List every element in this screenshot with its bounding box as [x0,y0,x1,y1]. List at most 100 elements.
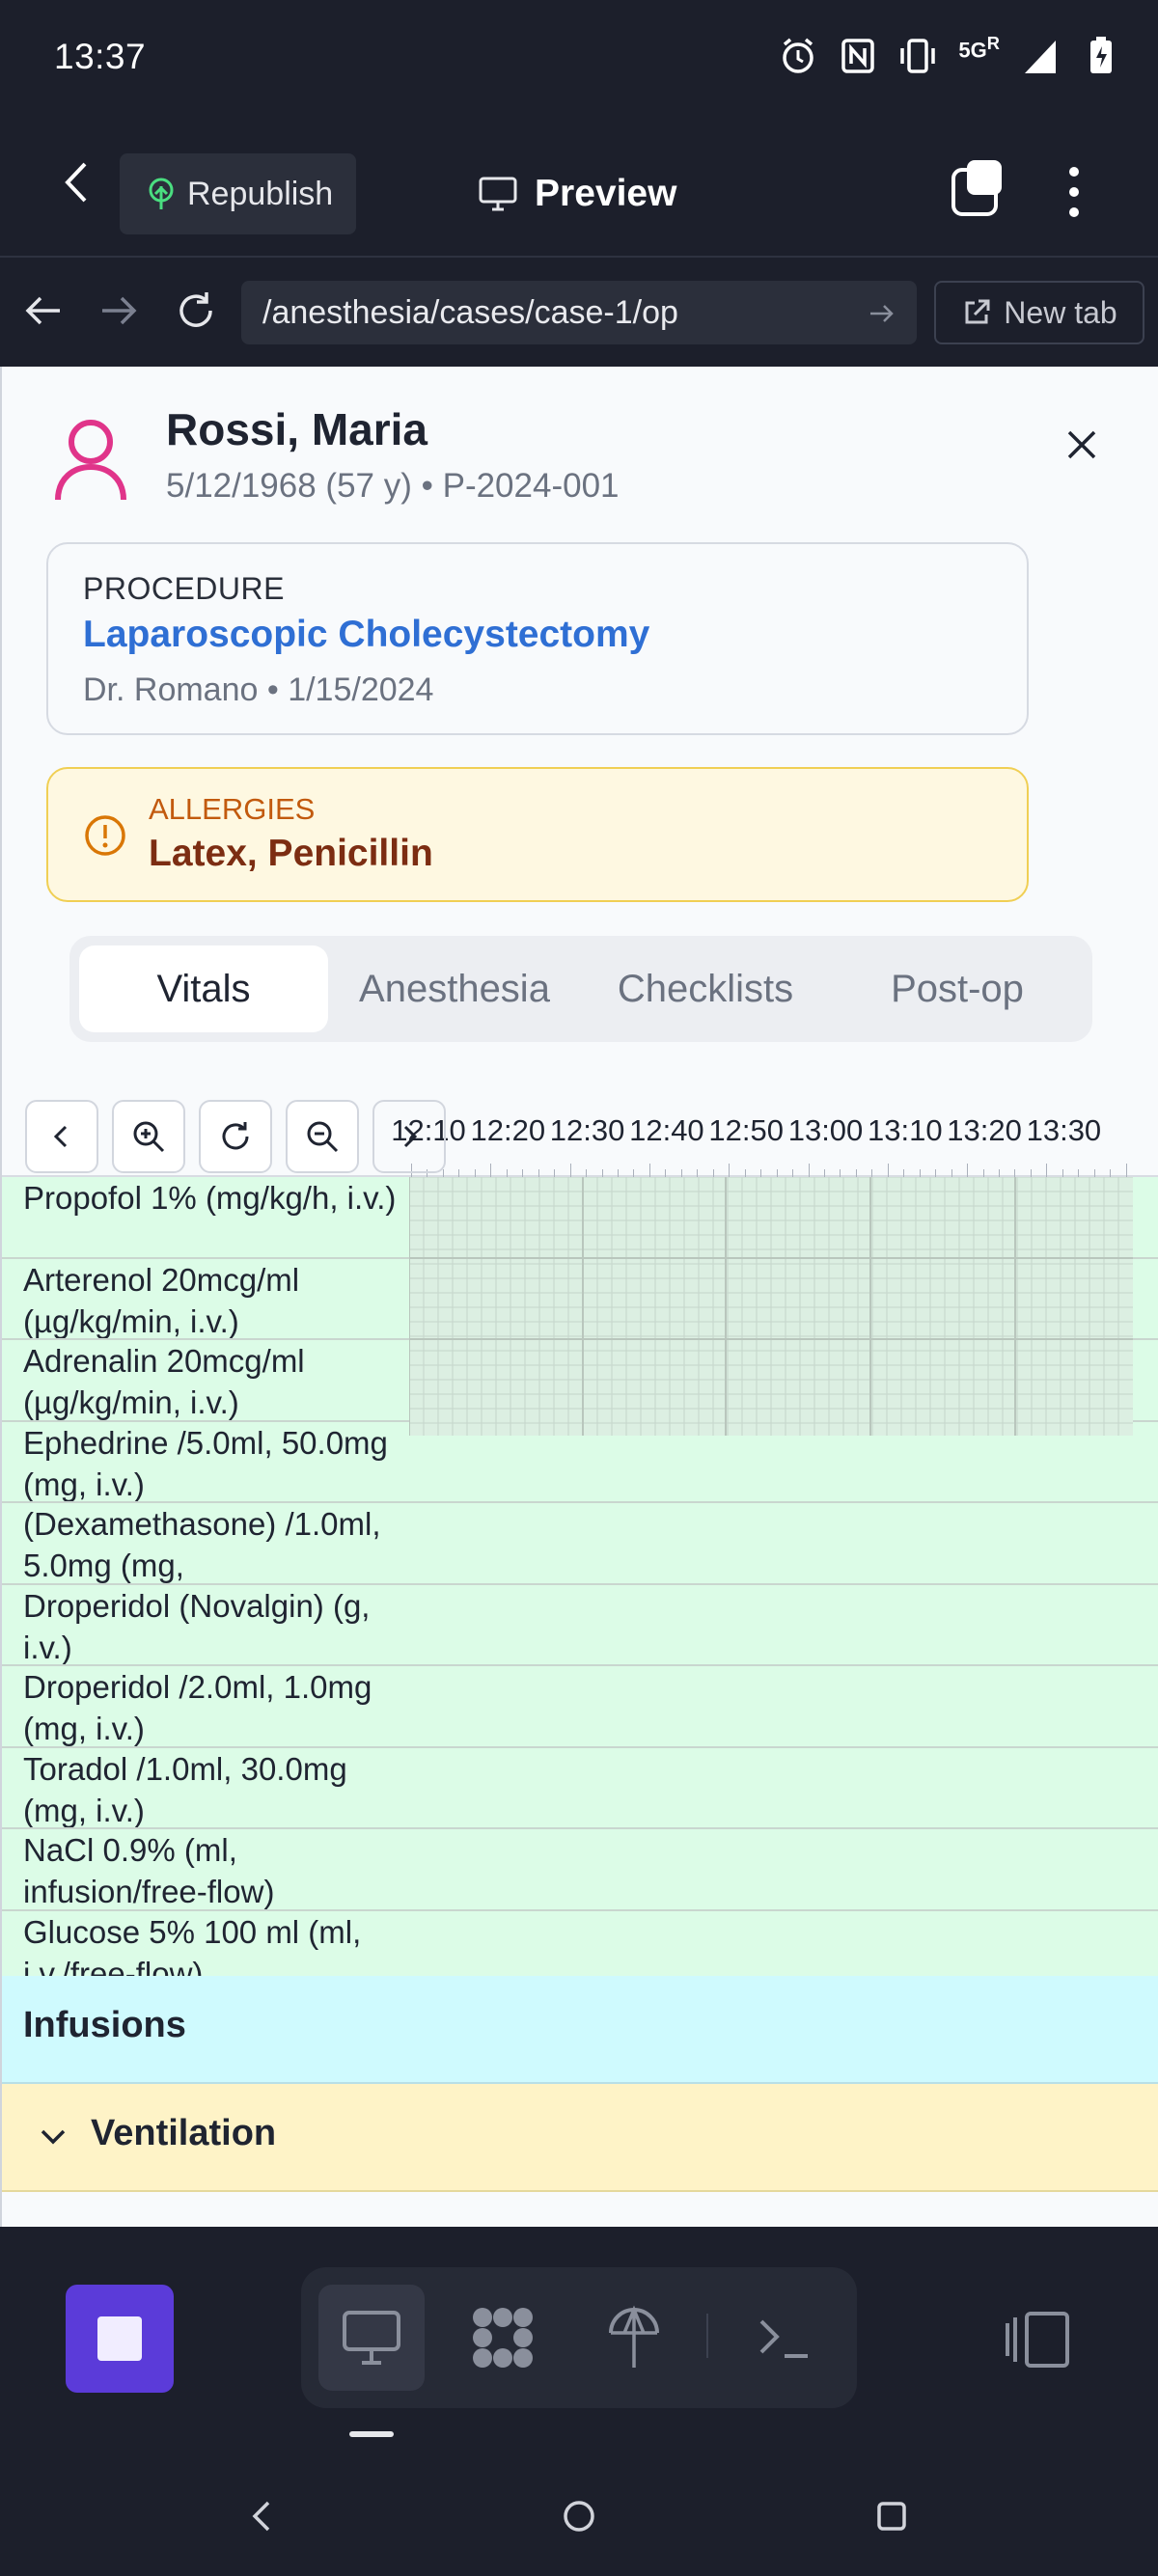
chevron-left-icon [53,1125,68,1148]
time-tick [1014,1169,1016,1177]
tab-vitals[interactable]: Vitals [79,945,328,1032]
dock-separator [706,2314,708,2358]
procedure-label: PROCEDURE [83,571,285,606]
desktop-view-button[interactable] [318,2285,425,2391]
time-tick-label: 12:20 [470,1113,546,1147]
medication-row[interactable]: NaCl 0.9% (ml, infusion/free-flow) [2,1829,1158,1911]
anesthesia-chart: Propofol 1% (mg/kg/h, i.v.) Arterenol 20m… [2,1088,1158,2227]
zoom-out-button[interactable] [286,1100,359,1173]
signal-icon [1025,41,1056,73]
time-tick [1062,1169,1063,1177]
time-tick [538,1169,539,1177]
new-tab-button[interactable]: New tab [934,281,1144,344]
reset-zoom-button[interactable] [199,1100,272,1173]
scroll-left-button[interactable] [25,1100,98,1173]
section-infusions-label: Infusions [23,2005,186,2045]
time-tick [522,1169,524,1177]
monitor-icon [479,177,517,211]
time-tick [729,1164,731,1177]
medication-label: Propofol 1% (mg/kg/h, i.v.) [23,1177,409,1257]
time-tick [1046,1164,1048,1177]
system-home-icon[interactable] [560,2497,598,2535]
more-options-icon[interactable] [1060,158,1089,226]
scroll-right-button[interactable] [372,1100,446,1173]
stop-button[interactable] [66,2285,174,2393]
browser-bar: /anesthesia/cases/case-1/op New tab [0,256,1158,367]
time-tick-label: 13:20 [947,1113,1022,1147]
republish-button[interactable]: Republish [120,153,356,234]
case-panel: Rossi, Maria 5/12/1968 (57 y) • P-2024-0… [0,367,1158,2227]
time-tick-label: 12:40 [629,1113,704,1147]
split-view-icon[interactable] [1004,2310,1071,2370]
url-input[interactable]: /anesthesia/cases/case-1/op [241,281,917,344]
medication-row[interactable]: Droperidol (Novalgin) (g, i.v.) [2,1584,1158,1666]
time-axis: 12:10 12:20 12:30 12:40 12:50 13:00 13:10 13:20… [391,1088,1141,1177]
alert-circle-icon [85,815,125,856]
terminal-icon [759,2319,808,2358]
nfc-icon [841,39,875,73]
time-tick [887,1164,889,1177]
time-tick [554,1169,556,1177]
tab-anesthesia[interactable]: Anesthesia [330,945,579,1032]
time-tick-label: 13:00 [787,1113,864,1147]
time-tick [442,1169,444,1177]
time-tick-label: 12:30 [549,1113,625,1147]
time-tick [1078,1169,1080,1177]
time-tick [633,1169,635,1177]
back-arrow-icon[interactable] [56,158,98,206]
tab-label: Anesthesia [359,967,550,1010]
time-tick [823,1169,825,1177]
zoom-in-button[interactable] [112,1100,185,1173]
alarm-icon [783,38,814,73]
procedure-name[interactable]: Laparoscopic Cholecystectomy [83,614,649,656]
time-tick [490,1164,492,1177]
bottom-dock [0,2227,1158,2458]
time-tick [697,1169,699,1177]
time-tick [601,1169,603,1177]
browser-back-icon[interactable] [21,288,66,333]
time-tick [855,1169,857,1177]
chevron-down-icon[interactable] [37,2121,69,2153]
close-icon[interactable] [1063,426,1100,463]
time-tick [648,1164,650,1177]
system-recents-icon[interactable] [872,2497,911,2535]
browser-forward-icon[interactable] [96,288,141,333]
time-tick-label: 12:50 [708,1113,784,1147]
app-toolbar: Republish Preview [0,116,1158,256]
chart-toolbar: 12:10 12:20 12:30 12:40 12:50 13:00 13:10 13:20… [2,1088,1158,1177]
preview-label: Preview [535,173,677,214]
section-infusions[interactable]: Infusions [2,1976,1158,2084]
time-tick [712,1169,714,1177]
time-tick [744,1169,746,1177]
grid-lines [409,1177,1133,1436]
time-tick [665,1169,667,1177]
tab-checklists[interactable]: Checklists [581,945,830,1032]
extensions-button[interactable] [450,2285,556,2391]
section-ventilation[interactable]: Ventilation [2,2084,1158,2192]
preview-button[interactable]: Preview [479,160,676,228]
medication-label: NaCl 0.9% (ml, infusion/free-flow) [23,1829,409,1909]
medication-row[interactable]: Droperidol /2.0ml, 1.0mg (mg, i.v.) [2,1666,1158,1748]
time-tick [458,1169,460,1177]
time-tick [760,1169,762,1177]
terminal-button[interactable] [731,2285,838,2391]
time-tick [935,1169,937,1177]
time-tick [680,1169,682,1177]
time-tick [999,1169,1001,1177]
refresh-icon [222,1122,249,1150]
time-tick [776,1169,778,1177]
time-tick [982,1169,984,1177]
system-navigation-bar [0,2458,1158,2576]
tabs-icon[interactable] [948,154,1006,222]
medication-row[interactable]: Toradol /1.0ml, 30.0mg (mg, i.v.) [2,1747,1158,1829]
reload-icon[interactable] [174,288,218,333]
system-back-icon[interactable] [243,2497,282,2535]
time-tick [967,1164,969,1177]
tab-post-op[interactable]: Post-op [832,945,1083,1032]
time-tick-label: 13:30 [1026,1113,1102,1147]
republish-icon [149,178,174,209]
medication-row[interactable]: (Dexamethasone) /1.0ml, 5.0mg (mg, [2,1503,1158,1585]
deploy-button[interactable] [581,2285,687,2391]
allergy-label: ALLERGIES [149,792,316,826]
go-arrow-icon[interactable] [868,300,896,327]
